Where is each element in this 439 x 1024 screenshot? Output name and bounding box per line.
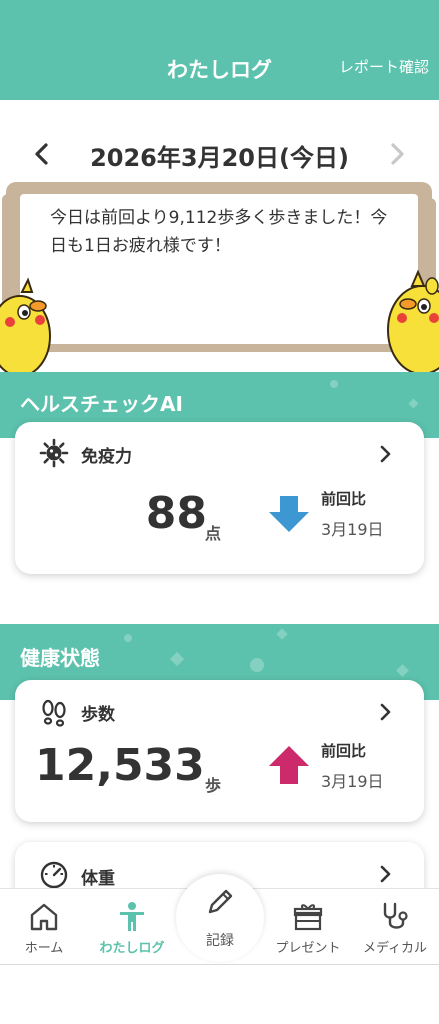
sparkle-decoration (169, 651, 185, 667)
tab-label: わたしログ (99, 941, 165, 956)
tab-home[interactable]: ホーム (0, 889, 88, 965)
virus-icon (39, 438, 69, 468)
steps-card[interactable]: 歩数 12,533 歩 前回比 3月19日 (15, 680, 424, 822)
health-status-title: 健康状態 (20, 646, 100, 670)
home-icon (28, 901, 60, 933)
compare-label: 前回比 (321, 742, 367, 760)
scale-icon (39, 860, 69, 890)
chevron-right-icon[interactable] (378, 862, 394, 886)
tab-watashi-log[interactable]: わたしログ (88, 889, 176, 965)
tab-label: 記録 (206, 933, 234, 949)
divider (0, 964, 439, 965)
chick-character-right-icon (384, 266, 439, 375)
sparkle-decoration (408, 398, 419, 409)
app-header: わたしログ レポート確認 (0, 0, 439, 100)
sparkle-decoration (124, 634, 132, 642)
tab-label: プレゼント (275, 941, 341, 956)
gift-icon (292, 901, 324, 933)
health-check-title: ヘルスチェックAI (20, 392, 183, 416)
sparkle-decoration (330, 380, 338, 388)
steps-title: 歩数 (81, 705, 115, 725)
current-date: 2026年3月20日(今日) (90, 144, 349, 172)
tab-label: ホーム (24, 941, 64, 956)
chevron-right-icon[interactable] (378, 700, 394, 724)
steps-unit: 歩 (205, 776, 222, 795)
chevron-right-icon[interactable] (378, 442, 394, 466)
tab-present[interactable]: プレゼント (264, 889, 352, 965)
immunity-title: 免疫力 (81, 447, 132, 467)
immunity-score: 88 (145, 488, 207, 539)
daily-message: 今日は前回より9,112歩多く歩きました！今日も1日お疲れ様です！ (50, 208, 388, 256)
tab-medical[interactable]: メディカル (351, 889, 439, 965)
sparkle-decoration (276, 628, 288, 640)
chevron-right-icon[interactable] (385, 138, 409, 170)
immunity-unit: 点 (205, 524, 222, 543)
record-button[interactable]: 記録 (176, 874, 264, 962)
arrow-down-icon (269, 496, 309, 536)
message-board: 今日は前回より9,112歩多く歩きました！今日も1日お疲れ様です！ (2, 182, 436, 352)
compare-date: 3月19日 (321, 772, 384, 791)
person-icon (116, 901, 148, 933)
steps-count: 12,533 (35, 740, 205, 791)
report-link[interactable]: レポート確認 (339, 56, 429, 77)
weight-title: 体重 (81, 869, 115, 889)
arrow-up-icon (269, 746, 309, 788)
footprints-icon (39, 698, 69, 728)
immunity-card[interactable]: 免疫力 88 点 前回比 3月19日 (15, 422, 424, 574)
date-navigation: 2026年3月20日(今日) (0, 136, 439, 176)
chick-character-left-icon (0, 276, 52, 377)
stethoscope-icon (379, 901, 411, 933)
tab-label: メディカル (362, 941, 428, 956)
compare-label: 前回比 (321, 490, 367, 508)
pencil-icon (204, 886, 236, 918)
sparkle-decoration (396, 664, 409, 677)
compare-date: 3月19日 (321, 520, 384, 539)
sparkle-decoration (250, 658, 264, 672)
